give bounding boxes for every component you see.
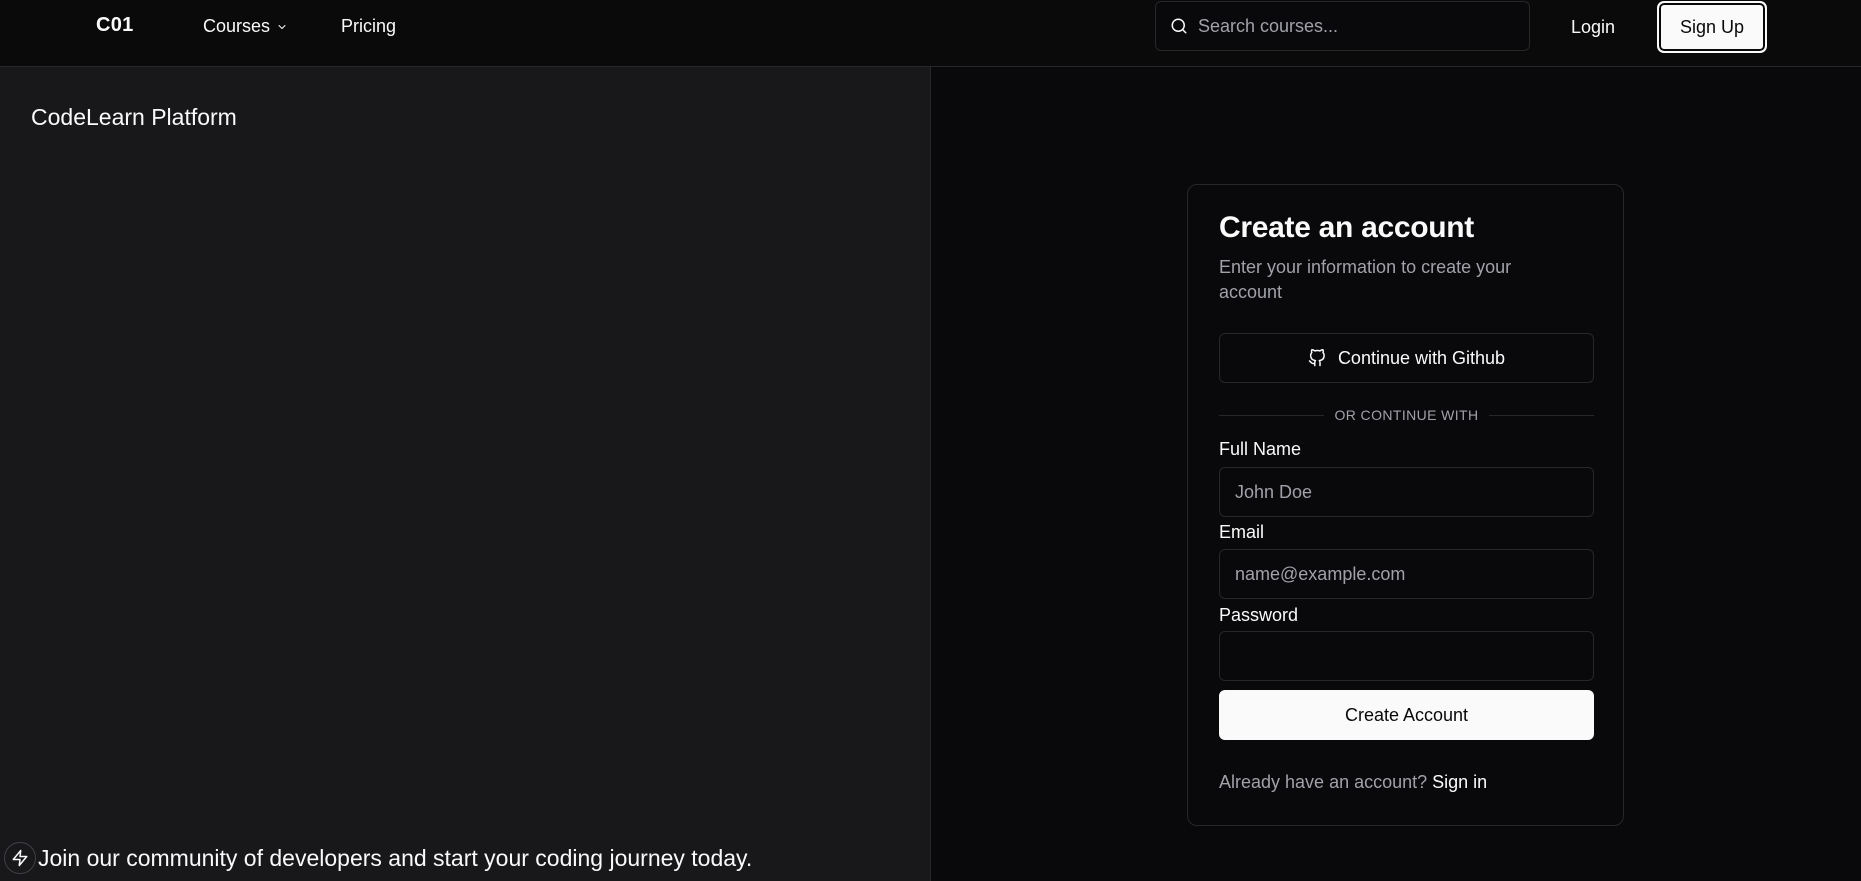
signup-button[interactable]: Sign Up xyxy=(1657,1,1767,53)
chevron-down-icon xyxy=(278,24,286,29)
brand-title: CodeLearn Platform xyxy=(31,104,237,130)
divider-line-right xyxy=(1488,414,1594,416)
signin-link[interactable]: Sign in xyxy=(1432,772,1487,792)
top-navigation: C01 Courses Pricing Login Sign Up xyxy=(0,0,1861,67)
nav-pricing-label: Pricing xyxy=(341,16,397,36)
signin-prompt-text: Already have an account? xyxy=(1219,772,1428,792)
zap-icon-badge xyxy=(4,842,36,874)
hero-tagline: Join our community of developers and sta… xyxy=(38,845,753,871)
signup-card: Create an account Enter your information… xyxy=(1187,184,1624,826)
password-label: Password xyxy=(1219,605,1299,625)
github-signin-button[interactable]: Continue with Github xyxy=(1219,333,1594,383)
search-bar[interactable] xyxy=(1155,1,1530,51)
nav-courses-menu[interactable]: Courses xyxy=(203,16,288,37)
signin-prompt: Already have an account? Sign in xyxy=(1219,772,1487,793)
nav-courses-label: Courses xyxy=(203,16,271,36)
nav-pricing-link[interactable]: Pricing xyxy=(341,16,396,37)
divider-line-left xyxy=(1219,414,1325,416)
full-name-input[interactable] xyxy=(1219,467,1594,517)
email-input[interactable] xyxy=(1219,549,1594,599)
divider-text: OR CONTINUE WITH xyxy=(1334,407,1479,423)
create-account-button[interactable]: Create Account xyxy=(1219,690,1594,740)
search-icon xyxy=(1171,18,1187,34)
zap-icon xyxy=(12,849,28,867)
github-button-label: Continue with Github xyxy=(1337,347,1506,368)
left-hero-panel: CodeLearn Platform Join our community of… xyxy=(0,67,931,881)
login-button[interactable]: Login xyxy=(1548,10,1638,44)
site-logo[interactable]: C01 xyxy=(96,14,134,37)
full-name-label: Full Name xyxy=(1219,439,1302,459)
github-icon xyxy=(1308,349,1325,367)
card-subtitle: Enter your information to create your ac… xyxy=(1219,257,1512,302)
card-title: Create an account xyxy=(1219,211,1474,244)
search-input[interactable] xyxy=(1198,15,1518,37)
or-divider: OR CONTINUE WITH xyxy=(1219,405,1594,425)
password-input[interactable] xyxy=(1219,631,1594,681)
email-label: Email xyxy=(1219,522,1265,542)
